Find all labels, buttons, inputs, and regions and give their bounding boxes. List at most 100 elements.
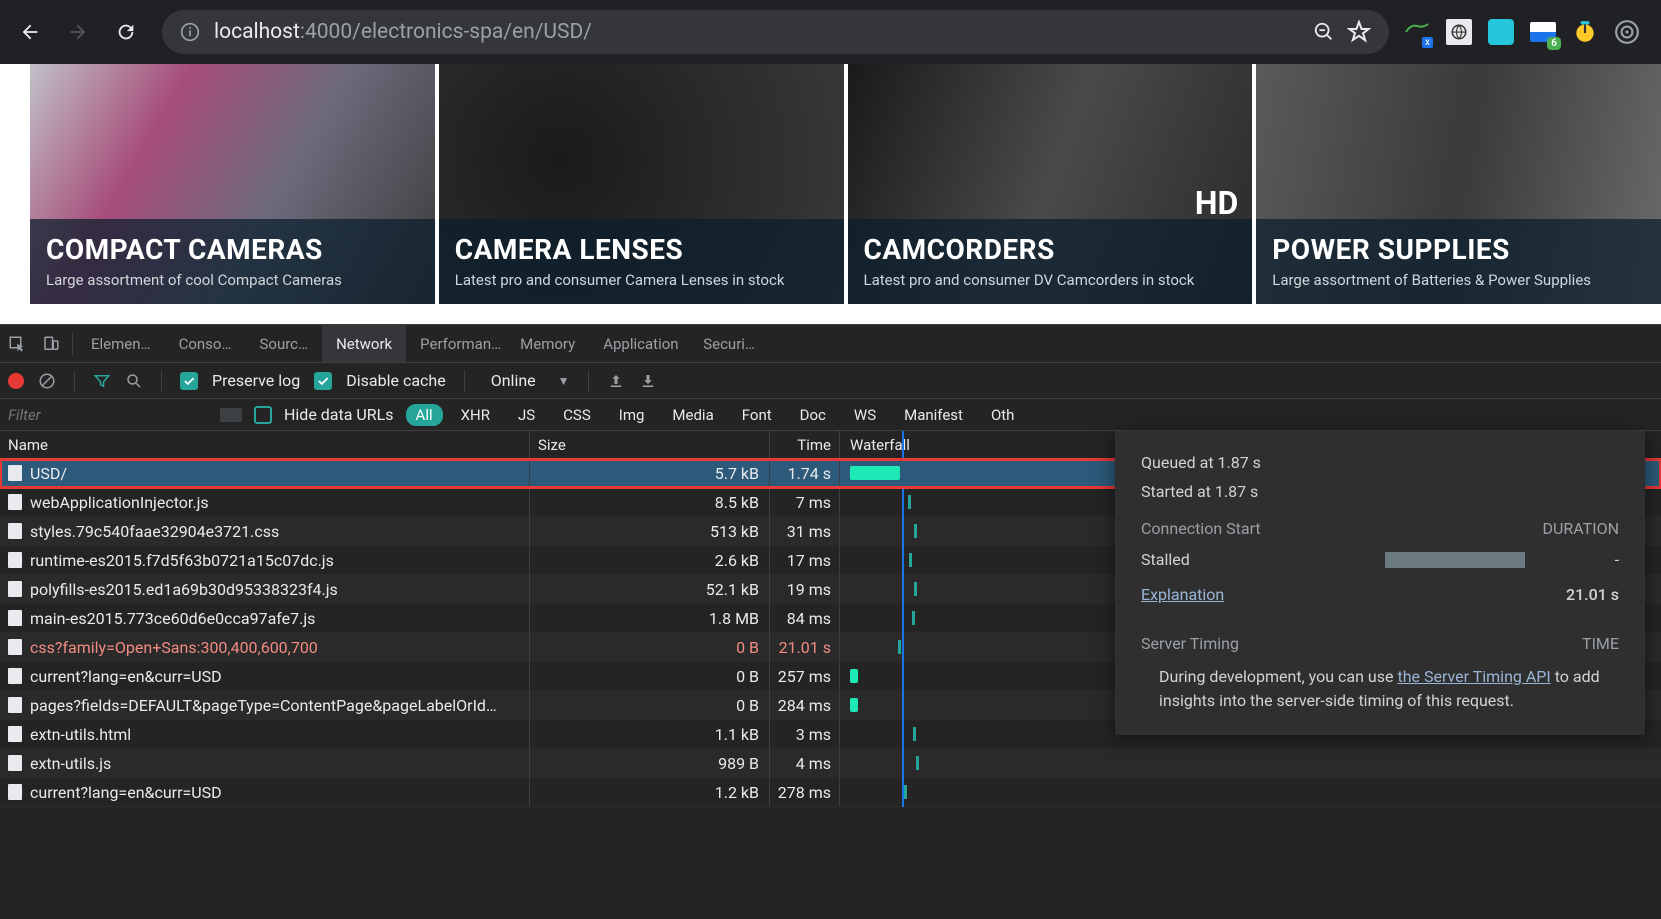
filter-type-img[interactable]: Img bbox=[609, 404, 655, 426]
file-icon bbox=[8, 755, 22, 771]
filter-icon[interactable] bbox=[93, 372, 111, 390]
zoom-icon[interactable] bbox=[1313, 21, 1335, 43]
request-waterfall bbox=[840, 778, 1661, 806]
request-time: 17 ms bbox=[770, 546, 840, 574]
filter-color-swatch[interactable] bbox=[220, 408, 242, 422]
ext-icon-4[interactable]: 6 bbox=[1529, 18, 1557, 46]
request-name: css?family=Open+Sans:300,400,600,700 bbox=[30, 638, 318, 657]
file-icon bbox=[8, 523, 22, 539]
timing-stalled-label: Stalled bbox=[1141, 550, 1190, 569]
upload-icon[interactable] bbox=[607, 372, 625, 390]
record-button[interactable] bbox=[8, 373, 24, 389]
tab-application[interactable]: Application bbox=[589, 325, 689, 362]
tab-network[interactable]: Network bbox=[322, 325, 406, 362]
tab-sourc[interactable]: Sourc… bbox=[246, 325, 323, 362]
filter-type-all[interactable]: All bbox=[406, 404, 443, 426]
ext-icon-2[interactable] bbox=[1445, 18, 1473, 46]
filter-bar: Hide data URLs All XHR JS CSS Img Media Font Do… bbox=[0, 399, 1661, 431]
timing-duration-label: DURATION bbox=[1543, 519, 1619, 538]
timing-explanation-value: 21.01 s bbox=[1566, 585, 1619, 604]
ext-icon-5[interactable] bbox=[1571, 18, 1599, 46]
throttle-select[interactable]: Online bbox=[483, 371, 544, 390]
request-time: 278 ms bbox=[770, 778, 840, 806]
forward-button[interactable] bbox=[56, 10, 100, 54]
request-size: 513 kB bbox=[530, 517, 770, 545]
request-size: 0 B bbox=[530, 691, 770, 719]
chevron-down-icon: ▼ bbox=[558, 374, 570, 388]
disable-cache-checkbox[interactable] bbox=[314, 372, 332, 390]
server-timing-label: Server Timing bbox=[1141, 634, 1239, 653]
category-title: COMPACT CAMERAS bbox=[46, 233, 419, 266]
hide-data-urls-label: Hide data URLs bbox=[284, 405, 394, 424]
table-row[interactable]: extn-utils.js989 B4 ms bbox=[0, 749, 1661, 778]
server-timing-time-label: TIME bbox=[1582, 634, 1619, 653]
ext-icon-3[interactable] bbox=[1487, 18, 1515, 46]
search-icon[interactable] bbox=[125, 372, 143, 390]
request-name: extn-utils.js bbox=[30, 754, 111, 773]
request-time: 19 ms bbox=[770, 575, 840, 603]
back-button[interactable] bbox=[8, 10, 52, 54]
server-timing-api-link[interactable]: the Server Timing API bbox=[1397, 667, 1550, 686]
request-size: 8.5 kB bbox=[530, 488, 770, 516]
request-name: pages?fields=DEFAULT&pageType=ContentPag… bbox=[30, 696, 497, 715]
tab-performan[interactable]: Performan… bbox=[406, 325, 506, 362]
filter-type-js[interactable]: JS bbox=[508, 404, 545, 426]
reload-button[interactable] bbox=[104, 10, 148, 54]
category-card-lenses[interactable]: CAMERA LENSESLatest pro and consumer Cam… bbox=[439, 64, 844, 304]
request-name: current?lang=en&curr=USD bbox=[30, 667, 222, 686]
request-time: 257 ms bbox=[770, 662, 840, 690]
filter-type-manifest[interactable]: Manifest bbox=[894, 404, 973, 426]
tab-securi[interactable]: Securi… bbox=[689, 325, 769, 362]
info-icon bbox=[180, 22, 200, 42]
tab-conso[interactable]: Conso… bbox=[165, 325, 246, 362]
preserve-log-checkbox[interactable] bbox=[180, 372, 198, 390]
category-title: CAMERA LENSES bbox=[455, 233, 828, 266]
request-time: 1.74 s bbox=[770, 459, 840, 487]
table-row[interactable]: current?lang=en&curr=USD1.2 kB278 ms bbox=[0, 778, 1661, 807]
filter-type-doc[interactable]: Doc bbox=[790, 404, 836, 426]
request-name: extn-utils.html bbox=[30, 725, 131, 744]
filter-input[interactable] bbox=[8, 406, 208, 424]
filter-type-ws[interactable]: WS bbox=[844, 404, 886, 426]
column-name[interactable]: Name bbox=[0, 431, 530, 458]
category-card-power[interactable]: POWER SUPPLIES Large assortment of Batter… bbox=[1256, 64, 1661, 304]
download-icon[interactable] bbox=[639, 372, 657, 390]
category-title: POWER SUPPLIES bbox=[1272, 233, 1645, 266]
ext-icon-1[interactable]: x bbox=[1403, 18, 1431, 46]
filter-type-font[interactable]: Font bbox=[732, 404, 782, 426]
filter-type-css[interactable]: CSS bbox=[553, 404, 601, 426]
filter-type-media[interactable]: Media bbox=[662, 404, 723, 426]
request-size: 0 B bbox=[530, 633, 770, 661]
star-icon[interactable] bbox=[1347, 20, 1371, 44]
timing-tooltip: Queued at 1.87 s Started at 1.87 s Conne… bbox=[1115, 431, 1645, 735]
inspect-button[interactable] bbox=[0, 327, 34, 361]
device-toggle-button[interactable] bbox=[34, 327, 68, 361]
tab-elemen[interactable]: Elemen… bbox=[77, 325, 165, 362]
column-time[interactable]: Time bbox=[770, 431, 840, 458]
url-bar[interactable]: localhost:4000/electronics-spa/en/USD/ bbox=[162, 10, 1389, 54]
preserve-log-label: Preserve log bbox=[212, 371, 300, 390]
request-size: 52.1 kB bbox=[530, 575, 770, 603]
file-icon bbox=[8, 494, 22, 510]
clear-icon[interactable] bbox=[38, 372, 56, 390]
request-name: USD/ bbox=[30, 464, 67, 483]
request-size: 1.8 MB bbox=[530, 604, 770, 632]
filter-type-xhr[interactable]: XHR bbox=[451, 404, 500, 426]
network-table: Name Size Time Waterfall USD/5.7 kB1.74 … bbox=[0, 431, 1661, 807]
tab-memory[interactable]: Memory bbox=[506, 325, 589, 362]
category-card-compact-cameras[interactable]: COMPACT CAMERAS Large assortment of cool … bbox=[30, 64, 435, 304]
column-size[interactable]: Size bbox=[530, 436, 759, 454]
network-toolbar: Preserve log Disable cache Online ▼ bbox=[0, 363, 1661, 399]
hide-data-urls-checkbox[interactable] bbox=[254, 406, 272, 424]
request-name: polyfills-es2015.ed1a69b30d95338323f4.js bbox=[30, 580, 338, 599]
category-card-camcorders[interactable]: CAMCORDERSLatest pro and consumer DV Cam… bbox=[848, 64, 1253, 304]
request-time: 84 ms bbox=[770, 604, 840, 632]
timing-explanation-link[interactable]: Explanation bbox=[1141, 585, 1224, 604]
ext-icon-6[interactable] bbox=[1613, 18, 1641, 46]
filter-type-oth[interactable]: Oth bbox=[981, 404, 1025, 426]
request-waterfall bbox=[840, 749, 1661, 777]
file-icon bbox=[8, 784, 22, 800]
category-subtitle: Large assortment of cool Compact Cameras bbox=[46, 270, 419, 290]
category-subtitle: Latest pro and consumer DV Camcorders in… bbox=[864, 270, 1237, 290]
category-subtitle: Large assortment of Batteries & Power Su… bbox=[1272, 270, 1645, 290]
